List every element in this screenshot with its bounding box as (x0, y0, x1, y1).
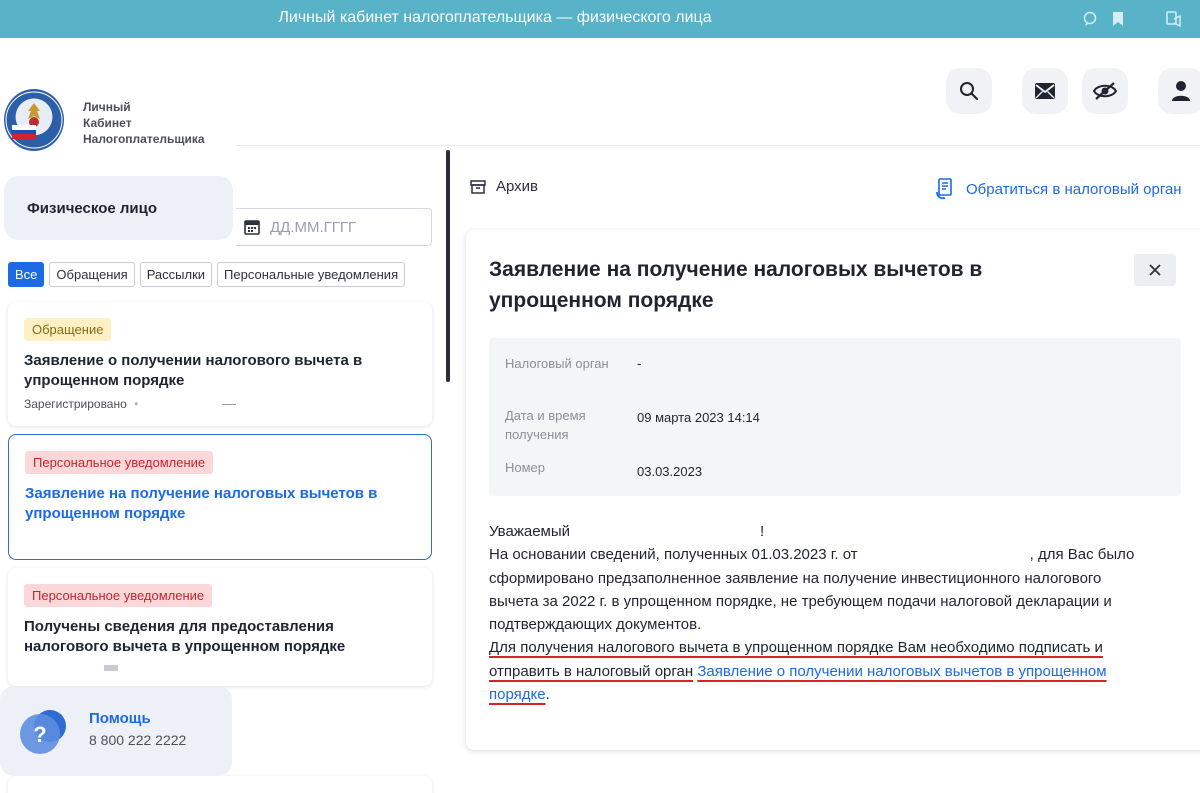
redacted-mark (221, 404, 236, 406)
filter-chips: Все Обращения Рассылки Персональные увед… (8, 262, 406, 287)
chip-personal-notifications[interactable]: Персональные уведомления (217, 262, 406, 287)
detail-info-box: Налоговый орган - Дата и время получения… (489, 338, 1181, 496)
logo-line-1: Личный (83, 100, 131, 114)
status-dot-icon: • (134, 397, 139, 411)
document-phone-icon (936, 178, 952, 200)
search-icon (960, 82, 979, 101)
greeting-end: ! (760, 523, 765, 540)
logo-line-3: Налогоплательщика (83, 132, 205, 146)
fns-logo[interactable]: Личный Кабинет Налогоплательщика (0, 75, 236, 165)
envelope-icon (1035, 83, 1055, 99)
field-value-number: 03.03.2023 (637, 464, 703, 479)
help-question-icon: ? (20, 710, 66, 754)
message-status-text: Зарегистрировано (24, 397, 127, 411)
logo-text: Личный Кабинет Налогоплательщика (83, 99, 205, 147)
message-card[interactable]: Персональное уведомление Получены сведен… (8, 568, 432, 686)
detail-title: Заявление на получение налоговых вычетов… (489, 258, 983, 312)
bookmark-icon[interactable] (1108, 9, 1128, 29)
message-title: Заявление на получение налоговых вычетов… (25, 485, 378, 522)
paragraph-1: На основании сведений, полученных 01.03.… (489, 543, 1149, 636)
fns-emblem-icon (4, 89, 64, 151)
user-icon (1172, 81, 1190, 101)
field-value-tax-authority: - (637, 356, 642, 371)
chat-icon[interactable] (1080, 9, 1100, 29)
field-label-number: Номер (505, 460, 546, 475)
paragraph-1-start: На основании сведений, полученных 01.03.… (489, 546, 858, 564)
message-card[interactable]: Обращение Заявление о получении налогово… (8, 302, 432, 426)
list-scrollbar[interactable] (446, 150, 450, 382)
top-navbar (236, 38, 1200, 146)
logo-line-2: Кабинет (83, 116, 132, 130)
archive-label: Архив (496, 178, 539, 195)
message-card-selected[interactable]: Персональное уведомление Заявление на по… (8, 434, 432, 560)
date-placeholder: ДД.ММ.ГГГГ (270, 218, 357, 236)
message-title: Заявление о получении налогового вычета … (24, 352, 363, 389)
window-titlebar: Личный кабинет налогоплательщика — физич… (0, 0, 1200, 38)
appeal-to-tax-office-link[interactable]: Обратиться в налоговый орган (936, 178, 1182, 200)
profile-button[interactable] (1158, 68, 1200, 114)
paragraph-2-end: . (545, 686, 550, 704)
archive-icon (470, 179, 486, 194)
profile-type-card[interactable]: Физическое лицо (4, 176, 233, 240)
message-detail-panel: Заявление на получение налоговых вычетов… (466, 230, 1200, 750)
message-status: Зарегистрировано • (24, 397, 416, 411)
appeal-label: Обратиться в налоговый орган (966, 180, 1182, 198)
message-card-partial[interactable] (8, 776, 432, 793)
search-button[interactable] (946, 68, 992, 114)
svg-text:?: ? (33, 722, 46, 747)
extension-icon[interactable] (1164, 9, 1184, 29)
eye-hidden-icon (1093, 82, 1117, 100)
paragraph-2: Для получения налогового вычета в упроще… (489, 636, 1149, 706)
archive-button[interactable]: Архив (470, 178, 538, 195)
visually-impaired-button[interactable] (1082, 68, 1128, 114)
field-value-received-at: 09 марта 2023 14:14 (637, 410, 760, 425)
calendar-icon (244, 220, 260, 235)
greeting-start: Уважаемый (489, 523, 571, 540)
window-title: Личный кабинет налогоплательщика — физич… (278, 9, 712, 26)
message-tag: Персональное уведомление (24, 584, 213, 607)
chip-mailings[interactable]: Рассылки (139, 262, 213, 287)
help-title: Помощь (89, 710, 151, 727)
help-phone: 8 800 222 2222 (89, 732, 187, 748)
close-icon (1149, 264, 1161, 276)
help-card[interactable]: ? Помощь 8 800 222 2222 (0, 686, 232, 776)
detail-body: Уважаемый! На основании сведений, получе… (489, 520, 1149, 706)
date-filter-input[interactable]: ДД.ММ.ГГГГ (236, 208, 432, 246)
chip-appeals[interactable]: Обращения (49, 262, 135, 287)
chip-all[interactable]: Все (8, 262, 45, 287)
message-title: Получены сведения для предоставления нал… (24, 618, 346, 655)
close-button[interactable] (1134, 254, 1176, 286)
message-tag: Персональное уведомление (25, 451, 214, 474)
message-tag: Обращение (24, 318, 112, 341)
messages-button[interactable] (1022, 68, 1068, 114)
field-label-received-at: Дата и время получения (505, 408, 586, 442)
redacted-mark (104, 665, 118, 671)
greeting-line: Уважаемый! (489, 520, 1149, 543)
field-label-tax-authority: Налоговый орган (505, 356, 609, 371)
